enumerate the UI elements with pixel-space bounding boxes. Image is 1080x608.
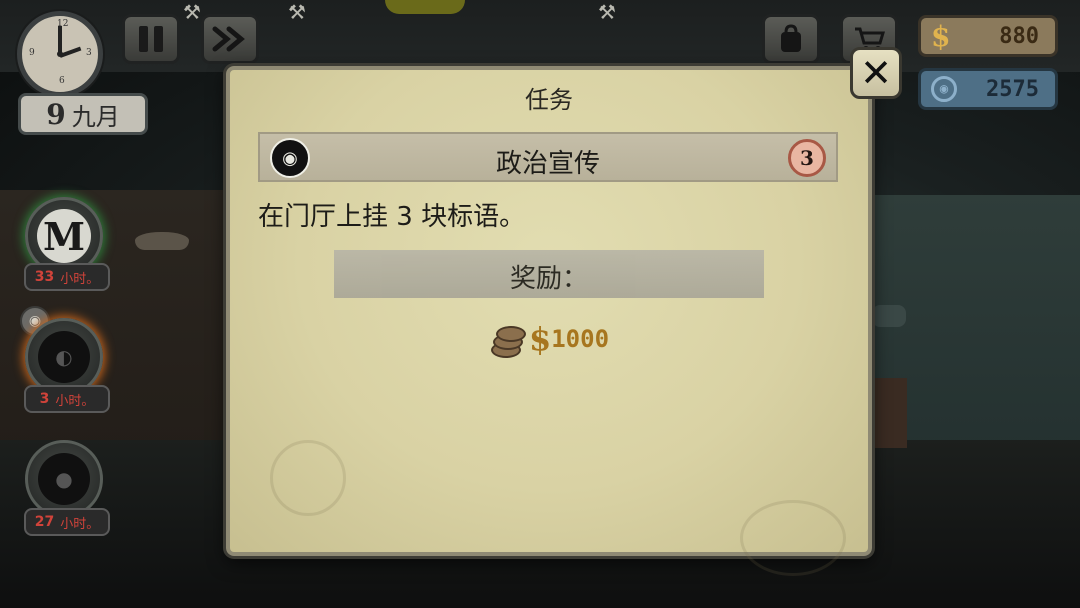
pause-icon — [136, 26, 166, 52]
character-timer: 33 小时。 — [24, 263, 110, 291]
timer-unit: 小时。 — [55, 393, 95, 409]
date-day: 9 — [46, 97, 66, 131]
clock-numeral: 3 — [86, 48, 92, 58]
dollar-icon: $ — [528, 320, 552, 358]
clock-center — [57, 51, 63, 57]
ceiling-lamp — [135, 232, 189, 250]
quest-name: 政治宣传 — [495, 149, 600, 179]
timer-unit: 小时。 — [60, 516, 100, 532]
date-month: 九月 — [71, 102, 120, 131]
dialog-title: 任务 — [525, 86, 573, 114]
quest-header: ◉ 政治宣传 3 — [258, 132, 838, 182]
reward-amount: 1000 — [551, 325, 610, 353]
character-timer: 3 小时。 — [24, 385, 110, 413]
reputation-value: 2575 — [986, 76, 1039, 102]
reward-label: 奖励： — [509, 264, 588, 294]
quest-level-badge: 3 — [788, 139, 826, 177]
clock-numeral: 9 — [29, 48, 35, 58]
cabinet — [875, 378, 907, 448]
character-portrait[interactable]: ● — [25, 440, 103, 518]
timer-value: 33 — [34, 269, 55, 285]
reward-header: 奖励： — [334, 250, 764, 298]
spy-face-icon: ◐ — [38, 331, 90, 383]
hammer-icon: ⚒ — [598, 0, 616, 24]
hammer-icon: ⚒ — [288, 0, 306, 24]
character-head-top — [385, 0, 465, 14]
quest-description: 在门厅上挂 3 块标语。 — [258, 202, 526, 232]
timer-unit: 小时。 — [60, 271, 100, 287]
reward-money: $ 1000 — [230, 320, 868, 358]
timer-value: 27 — [34, 514, 55, 530]
quest-dialog: 任务 ◉ 政治宣传 3 在门厅上挂 3 块标语。 奖励： $ 1000 — [226, 66, 872, 576]
reputation-icon: ◉ — [931, 76, 957, 102]
money-value: 880 — [999, 23, 1039, 49]
clock-minute-hand — [58, 26, 62, 54]
clock-icon[interactable]: 12 3 6 9 — [17, 11, 103, 97]
reputation-counter: ◉ 2575 — [918, 68, 1058, 110]
date-display: 9 九月 — [18, 93, 148, 135]
dollar-icon: $ — [931, 19, 951, 53]
watermark-emblem — [740, 500, 846, 576]
desk-lamp — [872, 305, 906, 327]
character-timer: 27 小时。 — [24, 508, 110, 536]
coins-icon — [489, 322, 526, 358]
timer-value: 3 — [39, 391, 50, 407]
close-button[interactable]: ✕ — [850, 47, 902, 99]
fast-forward-icon — [212, 26, 245, 52]
money-counter: $ 880 — [918, 15, 1058, 57]
fast-forward-button[interactable] — [201, 14, 259, 64]
pause-button[interactable] — [122, 14, 180, 64]
character-initial: M — [37, 209, 91, 263]
inventory-button[interactable] — [762, 14, 820, 64]
bag-icon — [781, 24, 801, 52]
watermark-emblem — [270, 440, 346, 516]
character-face-icon: ● — [38, 453, 90, 505]
hammer-icon: ⚒ — [183, 0, 201, 24]
clock-numeral: 6 — [59, 76, 65, 86]
